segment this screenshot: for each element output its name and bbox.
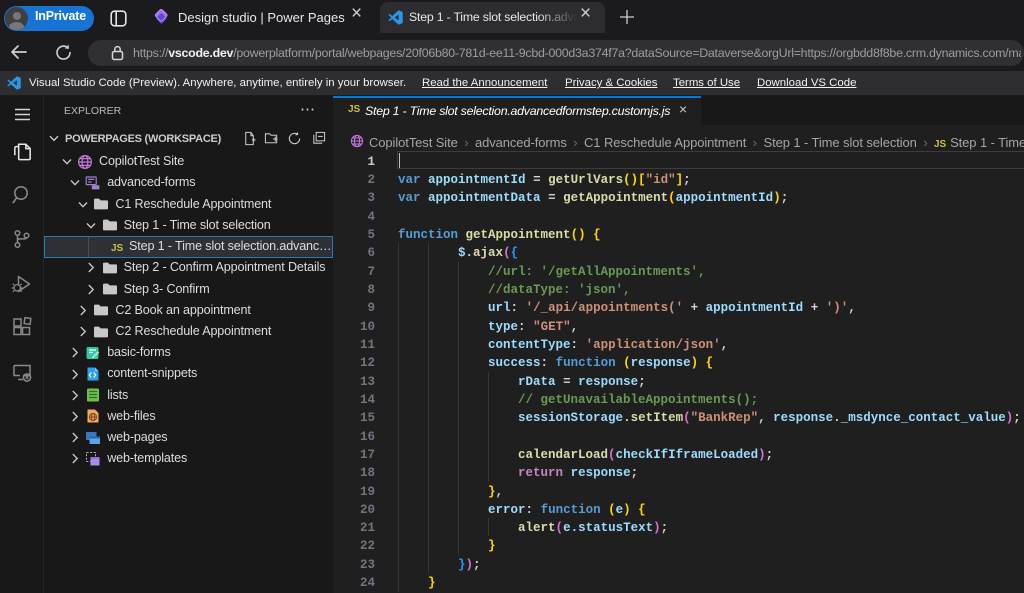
svg-text:JS: JS [111,243,124,254]
